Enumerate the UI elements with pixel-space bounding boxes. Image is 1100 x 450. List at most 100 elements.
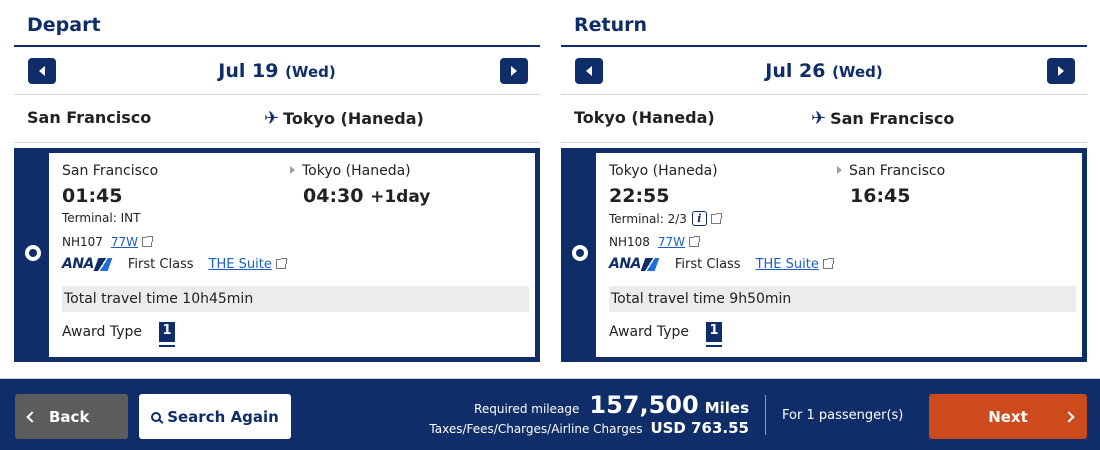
flight-destination: Tokyo (Haneda) [302,163,411,179]
return-flight-details: Tokyo (Haneda) San Francisco 22:55 16:45… [596,153,1082,357]
return-route-from: Tokyo (Haneda) [574,108,715,127]
return-route-to: San Francisco [830,109,955,128]
aircraft-link[interactable]: 77W [111,235,138,249]
terminal-info: Terminal: 2/3 [609,211,687,226]
return-date-row: Jul 26 (Wed) [561,47,1087,95]
depart-next-date-button[interactable] [500,58,528,84]
arrival-day-offset: +1day [370,187,431,207]
chevron-right-icon [1058,66,1064,76]
external-link-icon [710,212,722,224]
depart-flight-radio[interactable] [25,245,41,261]
airline-row: ANA First Class THE Suite [62,256,287,272]
flight-number: NH107 [62,235,103,249]
arrival-time-wrap: 04:30 +1day [303,185,430,207]
aircraft-link[interactable]: 77W [658,235,685,249]
return-day-of-week: (Wed) [832,63,883,81]
flight-destination-wrap: Tokyo (Haneda) [290,163,411,179]
return-flight-card[interactable]: Tokyo (Haneda) San Francisco 22:55 16:45… [561,148,1087,362]
cabin-class: First Class [674,256,741,272]
arrow-right-icon [837,166,842,174]
flight-number-row: NH107 77W [62,235,154,249]
taxes-value: USD 763.55 [650,419,749,437]
next-button-label: Next [988,407,1028,426]
mileage-summary: Required mileage 157,500 Miles Taxes/Fee… [429,391,749,437]
return-column: Return Jul 26 (Wed) Tokyo (Haneda) ✈ San … [561,0,1087,143]
airline-name: ANA [609,256,641,272]
airline-row: ANA First Class THE Suite [609,256,834,272]
external-link-icon [142,236,154,247]
airline-name: ANA [62,256,94,272]
terminal-info: Terminal: INT [62,211,141,225]
arrow-right-icon [290,166,295,174]
depart-flight-card[interactable]: San Francisco Tokyo (Haneda) 01:45 04:30… [14,148,540,362]
depart-date-row: Jul 19 (Wed) [14,47,540,95]
plane-icon: ✈ [811,108,827,129]
radio-dot [576,249,584,257]
depart-route-from: San Francisco [27,108,152,127]
flight-number: NH108 [609,235,650,249]
depart-route-to-wrap: ✈ Tokyo (Haneda) [264,108,424,129]
required-miles-value: 157,500 [589,391,699,419]
ana-logo-stripe [640,257,660,271]
plane-icon: ✈ [264,108,280,129]
chevron-right-icon [511,66,517,76]
award-type-row: Award Type 1 [62,322,176,342]
footer-bar: Back Search Again Required mileage 157,5… [0,378,1100,450]
radio-dot [29,249,37,257]
footer-divider [765,395,766,435]
flight-origin: San Francisco [62,163,159,179]
ana-logo-stripe [93,257,113,271]
return-date: Jul 26 (Wed) [561,60,1087,82]
departure-time: 22:55 [609,185,670,207]
departure-time: 01:45 [62,185,123,207]
terminal-info-row: Terminal: 2/3 i [609,211,722,226]
taxes-row: Taxes/Fees/Charges/Airline Charges USD 7… [429,419,749,437]
chevron-right-icon [1063,410,1075,423]
flight-number-row: NH108 77W [609,235,701,249]
return-route-to-wrap: ✈ San Francisco [811,108,954,129]
required-mileage-row: Required mileage 157,500 Miles [429,391,749,419]
external-link-icon [689,236,701,247]
seat-link[interactable]: THE Suite [209,257,272,272]
ana-logo: ANA [62,256,113,272]
search-again-label: Search Again [167,407,279,426]
required-mileage-label: Required mileage [474,402,580,416]
external-link-icon [275,258,287,269]
depart-route: San Francisco ✈ Tokyo (Haneda) [14,95,540,143]
award-type-label: Award Type [609,324,690,340]
award-type-badge: 1 [706,322,723,342]
depart-route-to: Tokyo (Haneda) [283,109,424,128]
depart-date: Jul 19 (Wed) [14,60,540,82]
total-travel-time: Total travel time 10h45min [62,286,529,312]
miles-unit: Miles [704,399,749,417]
award-type-row: Award Type 1 [609,322,723,342]
arrival-time: 04:30 [303,185,364,207]
ana-logo: ANA [609,256,660,272]
back-button-label: Back [49,407,90,426]
back-button[interactable]: Back [15,394,128,439]
cabin-class: First Class [127,256,194,272]
return-date-value: Jul 26 [765,60,826,82]
flight-destination-wrap: San Francisco [837,163,945,179]
taxes-label: Taxes/Fees/Charges/Airline Charges [429,422,643,436]
total-travel-time: Total travel time 9h50min [609,286,1076,312]
return-next-date-button[interactable] [1047,58,1075,84]
depart-day-of-week: (Wed) [285,63,336,81]
seat-link[interactable]: THE Suite [756,257,819,272]
passenger-count: For 1 passenger(s) [782,408,904,423]
depart-date-value: Jul 19 [218,60,279,82]
next-button[interactable]: Next [929,394,1087,439]
external-link-icon [822,258,834,269]
award-type-badge: 1 [159,322,176,342]
flight-origin: Tokyo (Haneda) [609,163,718,179]
return-flight-radio[interactable] [572,245,588,261]
flight-destination: San Francisco [849,163,946,179]
depart-title: Depart [14,0,540,47]
award-type-label: Award Type [62,324,143,340]
search-icon [151,411,162,422]
arrival-time: 16:45 [850,185,911,207]
return-route: Tokyo (Haneda) ✈ San Francisco [561,95,1087,143]
depart-flight-details: San Francisco Tokyo (Haneda) 01:45 04:30… [49,153,535,357]
search-again-button[interactable]: Search Again [139,394,291,439]
info-icon[interactable]: i [691,211,707,226]
